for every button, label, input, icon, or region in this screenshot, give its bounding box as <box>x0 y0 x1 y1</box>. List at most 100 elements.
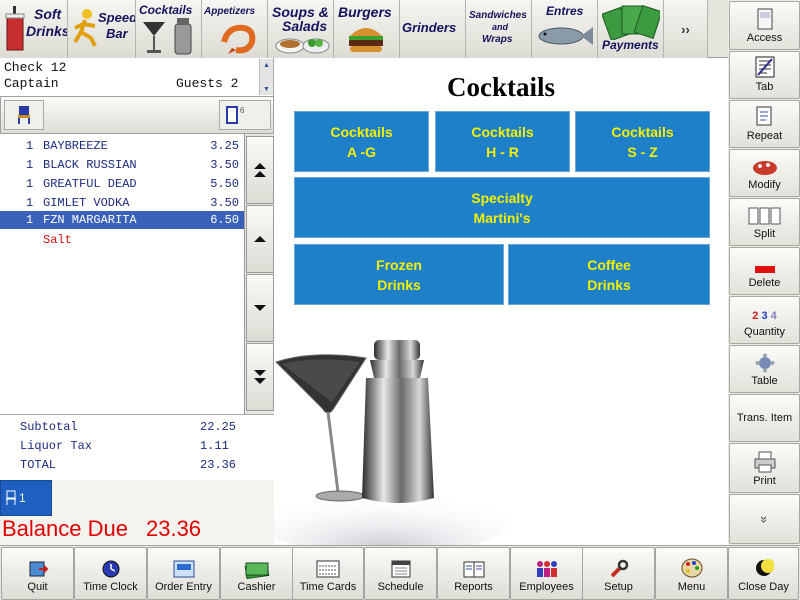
fish-icon <box>538 27 593 45</box>
list-item[interactable]: 1 BLACK RUSSIAN 3.50 <box>0 156 244 174</box>
category-label: Payments <box>602 38 659 52</box>
order-entry-button[interactable]: Order Entry <box>147 547 220 600</box>
arrow-down-icon <box>254 305 266 311</box>
time-clock-button[interactable]: Time Clock <box>74 547 147 600</box>
employees-icon <box>536 561 557 577</box>
repeat-icon <box>756 106 771 126</box>
category-soups-salads[interactable]: Soups & Salads <box>268 0 334 58</box>
current-seat-button[interactable]: 1 <box>0 480 52 516</box>
category-label-line1: Soft <box>34 6 62 22</box>
trans-item-button[interactable]: Trans. Item <box>729 394 800 442</box>
server-name: Captain <box>4 76 59 91</box>
item-name: FZN MARGARITA <box>43 213 137 227</box>
category-appetizers[interactable]: Appetizers <box>202 0 268 58</box>
group-button-cocktails-s-z[interactable]: Cocktails S - Z <box>575 111 710 172</box>
seat-selector[interactable] <box>4 100 44 130</box>
group-label-line2: Drinks <box>377 276 421 293</box>
moon-icon <box>755 559 774 576</box>
button-label: Time Clock <box>83 581 138 593</box>
clock-icon <box>102 560 119 578</box>
repeat-button[interactable]: Repeat <box>729 100 800 148</box>
category-label-line2: Bar <box>106 26 128 41</box>
list-item[interactable]: 1 GIMLET VODKA 3.50 <box>0 194 244 212</box>
time-cards-icon <box>316 560 340 578</box>
category-speed-bar[interactable]: Speed Bar <box>68 0 136 58</box>
item-price: 3.50 <box>210 158 239 172</box>
quantity-button[interactable]: 2 3 4 Quantity <box>729 296 800 344</box>
table-button[interactable]: Table <box>729 345 800 393</box>
scroll-top-button[interactable] <box>246 136 274 204</box>
item-price: 6.50 <box>210 213 239 227</box>
button-label: Menu <box>677 581 706 593</box>
scroll-up-icon[interactable]: ▲ <box>260 59 273 71</box>
group-button-cocktails-a-g[interactable]: Cocktails A -G <box>294 111 429 172</box>
scroll-more-button[interactable]: » <box>729 494 800 544</box>
group-label-line1: Cocktails <box>330 123 393 140</box>
item-price: 3.25 <box>210 139 239 153</box>
cashier-button[interactable]: Cashier <box>220 547 293 600</box>
category-label: Burgers <box>338 4 392 20</box>
balance-label: Balance Due <box>2 516 128 541</box>
reports-button[interactable]: Reports <box>437 547 510 600</box>
pos-screen: Soft Drinks Speed Bar Cocktails Appetize… <box>0 0 800 600</box>
category-burgers[interactable]: Burgers <box>334 0 400 58</box>
item-modifier[interactable]: Salt <box>43 233 72 247</box>
category-label-line2: Salads <box>282 18 328 34</box>
schedule-button[interactable]: Schedule <box>364 547 437 600</box>
modify-button[interactable]: Modify <box>729 149 800 197</box>
button-label: Employees <box>519 581 574 593</box>
quit-button[interactable]: Quit <box>1 547 74 600</box>
print-icon <box>754 451 775 473</box>
check-header: Check 12 Captain Guests 2 <box>0 58 274 96</box>
category-soft-drinks[interactable]: Soft Drinks <box>0 0 68 58</box>
group-button-coffee-drinks[interactable]: Coffee Drinks <box>508 244 710 305</box>
more-categories-button[interactable]: ›› <box>664 0 708 58</box>
scroll-down-button[interactable] <box>246 274 274 342</box>
item-name: GREATFUL DEAD <box>43 177 137 191</box>
close-day-button[interactable]: Close Day <box>728 547 799 600</box>
modify-icon <box>752 161 777 175</box>
scroll-bottom-button[interactable] <box>246 343 274 411</box>
item-name: BLACK RUSSIAN <box>43 158 137 172</box>
seat-count-button[interactable]: 6 <box>219 100 271 130</box>
access-button[interactable]: Access <box>729 1 800 50</box>
group-button-specialty-martinis[interactable]: Specialty Martini's <box>294 177 710 238</box>
access-icon <box>757 8 772 30</box>
button-label: Quit <box>27 581 48 593</box>
list-item[interactable]: 1 GREATFUL DEAD 5.50 <box>0 175 244 193</box>
seat-count: 6 <box>240 106 245 115</box>
button-label: Trans. Item <box>736 412 793 424</box>
balance-amount: 23.36 <box>145 516 202 541</box>
list-item-selected[interactable]: 1 FZN MARGARITA 6.50 <box>0 211 244 229</box>
time-cards-button[interactable]: Time Cards <box>292 547 364 600</box>
button-label: Table <box>751 375 778 387</box>
arrow-up-icon <box>254 236 266 242</box>
category-payments[interactable]: Payments <box>598 0 664 58</box>
category-label-line3: Wraps <box>482 34 513 45</box>
scroll-down-icon[interactable]: ▼ <box>260 83 273 95</box>
list-item[interactable]: 1 BAYBREEZE 3.25 <box>0 137 244 155</box>
header-scrollbar[interactable]: ▲ ▼ <box>259 59 273 95</box>
group-label-line1: Specialty <box>471 189 533 206</box>
menu-panel: Cocktails Cocktails A -G Cocktails H - R C… <box>274 58 728 545</box>
setup-button[interactable]: Setup <box>582 547 655 600</box>
menu-button[interactable]: Menu <box>655 547 728 600</box>
split-button[interactable]: Split <box>729 198 800 246</box>
category-cocktails[interactable]: Cocktails <box>136 0 202 58</box>
group-button-cocktails-h-r[interactable]: Cocktails H - R <box>435 111 570 172</box>
category-entres[interactable]: Entres <box>532 0 598 58</box>
category-grinders[interactable]: Grinders <box>400 0 466 58</box>
tab-button[interactable]: Tab <box>729 51 800 99</box>
total-label: TOTAL <box>20 458 57 472</box>
group-button-frozen-drinks[interactable]: Frozen Drinks <box>294 244 504 305</box>
martini-shaker-illustration <box>274 340 514 545</box>
scroll-up-button[interactable] <box>246 205 274 273</box>
delete-button[interactable]: Delete <box>729 247 800 295</box>
category-sandwiches-wraps[interactable]: Sandwiches and Wraps <box>466 0 532 58</box>
employees-button[interactable]: Employees <box>510 547 583 600</box>
category-bar: Soft Drinks Speed Bar Cocktails Appetize… <box>0 0 728 58</box>
delete-icon <box>754 266 775 273</box>
print-button[interactable]: Print <box>729 443 800 493</box>
palette-icon <box>681 558 702 578</box>
total-value: 23.36 <box>200 458 237 472</box>
